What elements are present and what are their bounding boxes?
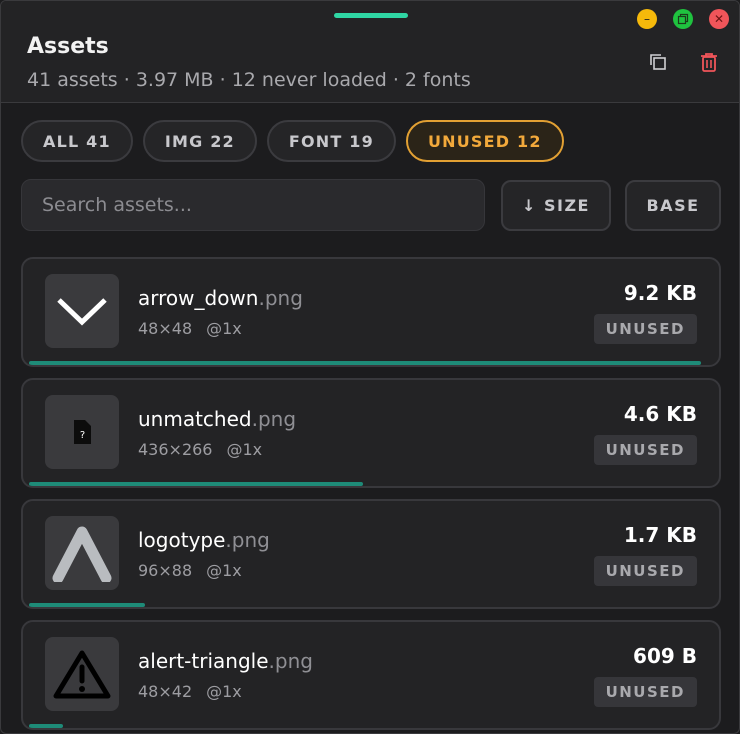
asset-size: 4.6 KB <box>623 402 697 426</box>
sort-size-button[interactable]: ↓ SIZE <box>501 180 611 231</box>
status-badge: UNUSED <box>593 556 697 586</box>
filter-all[interactable]: ALL 41 <box>21 120 133 162</box>
trash-icon[interactable] <box>698 51 720 73</box>
copy-icon[interactable] <box>647 51 669 73</box>
filter-tabs: ALL 41 IMG 22 FONT 19 UNUSED 12 <box>21 120 564 162</box>
minimize-button[interactable]: – <box>637 9 657 29</box>
asset-list: arrow_down.png 48×48 @1x 9.2 KB UNUSED ? … <box>21 257 721 733</box>
usage-bar <box>29 361 701 365</box>
status-badge: UNUSED <box>593 677 697 707</box>
drag-handle[interactable] <box>334 13 408 18</box>
asset-row[interactable]: ? unmatched.png 436×266 @1x 4.6 KB UNUSED <box>21 378 721 488</box>
usage-bar <box>29 482 364 486</box>
asset-filename: unmatched.png <box>138 407 297 431</box>
usage-bar <box>29 603 145 607</box>
asset-size: 9.2 KB <box>623 281 697 305</box>
asset-size: 609 B <box>633 644 697 668</box>
chevron-down-icon <box>45 274 119 348</box>
close-icon: ✕ <box>713 12 725 26</box>
summary-text: 41 assets · 3.97 MB · 12 never loaded · … <box>27 69 471 91</box>
usage-bar <box>29 724 64 728</box>
maximize-icon <box>677 13 689 25</box>
assets-window: Assets 41 assets · 3.97 MB · 12 never lo… <box>0 0 740 734</box>
asset-meta: 96×88 @1x <box>138 561 242 580</box>
asset-filename: logotype.png <box>138 528 270 552</box>
asset-row[interactable]: logotype.png 96×88 @1x 1.7 KB UNUSED <box>21 499 721 609</box>
close-button[interactable]: ✕ <box>709 9 729 29</box>
asset-size: 1.7 KB <box>623 523 697 547</box>
asset-meta: 48×42 @1x <box>138 682 242 701</box>
base-button[interactable]: BASE <box>625 180 721 231</box>
logotype-icon <box>45 516 119 590</box>
asset-row[interactable]: alert-triangle.png 48×42 @1x 609 B UNUSED <box>21 620 721 730</box>
filter-font[interactable]: FONT 19 <box>266 120 396 162</box>
page-title: Assets <box>27 34 109 59</box>
unknown-file-icon: ? <box>45 395 119 469</box>
window-controls: – ✕ <box>637 9 729 29</box>
maximize-button[interactable] <box>673 9 693 29</box>
search-input[interactable] <box>21 179 485 231</box>
minimize-icon: – <box>644 12 650 26</box>
filter-unused[interactable]: UNUSED 12 <box>405 120 564 162</box>
status-badge: UNUSED <box>593 435 697 465</box>
asset-meta: 436×266 @1x <box>138 440 263 459</box>
asset-filename: arrow_down.png <box>138 286 303 310</box>
alert-triangle-icon <box>45 637 119 711</box>
svg-text:?: ? <box>80 430 85 441</box>
asset-row[interactable]: arrow_down.png 48×48 @1x 9.2 KB UNUSED <box>21 257 721 367</box>
status-badge: UNUSED <box>593 314 697 344</box>
asset-meta: 48×48 @1x <box>138 319 242 338</box>
asset-filename: alert-triangle.png <box>138 649 313 673</box>
filter-img[interactable]: IMG 22 <box>142 120 257 162</box>
